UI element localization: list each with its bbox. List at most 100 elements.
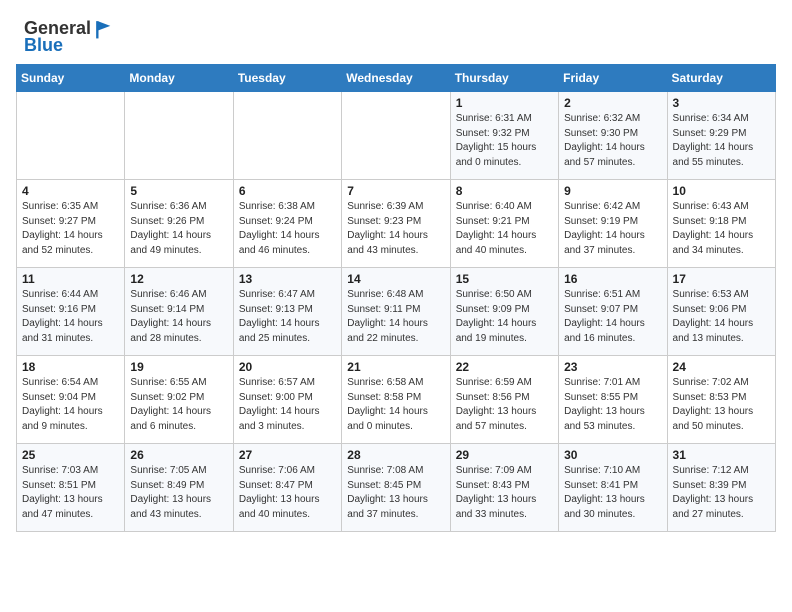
weekday-header: Tuesday <box>233 65 341 92</box>
calendar-cell: 9 Sunrise: 6:42 AMSunset: 9:19 PMDaylight… <box>559 180 667 268</box>
day-info: Sunrise: 7:02 AMSunset: 8:53 PMDaylight:… <box>673 376 770 434</box>
day-number: 7 <box>347 184 444 198</box>
calendar-week-row: 11Sunrise: 6:44 AMSunset: 9:16 PMDayligh… <box>17 268 776 356</box>
weekday-header: Friday <box>559 65 667 92</box>
calendar-cell: 8Sunrise: 6:40 AMSunset: 9:21 PMDaylight… <box>450 180 558 268</box>
calendar-cell: 20 Sunrise: 6:57 AMSunset: 9:00 PMDayligh… <box>233 356 341 444</box>
calendar-cell: 15 Sunrise: 6:50 AMSunset: 9:09 PMDayligh… <box>450 268 558 356</box>
day-number: 22 <box>456 360 553 374</box>
day-info: Sunrise: 7:12 AMSunset: 8:39 PMDaylight:… <box>673 464 770 522</box>
day-info: Sunrise: 6:51 AMSunset: 9:07 PMDaylight:… <box>564 288 661 346</box>
day-number: 21 <box>347 360 444 374</box>
calendar-cell: 29 Sunrise: 7:09 AMSunset: 8:43 PMDayligh… <box>450 444 558 532</box>
day-number: 31 <box>673 448 770 462</box>
calendar-cell: 17 Sunrise: 6:53 AMSunset: 9:06 PMDayligh… <box>667 268 775 356</box>
day-info: Sunrise: 7:03 AMSunset: 8:51 PMDaylight:… <box>22 464 119 522</box>
calendar-wrapper: SundayMondayTuesdayWednesdayThursdayFrid… <box>0 64 792 548</box>
calendar-cell: 13 Sunrise: 6:47 AMSunset: 9:13 PMDayligh… <box>233 268 341 356</box>
day-number: 15 <box>456 272 553 286</box>
calendar-cell <box>342 92 450 180</box>
day-info: Sunrise: 6:34 AMSunset: 9:29 PMDaylight:… <box>673 112 770 170</box>
day-info: Sunrise: 7:06 AMSunset: 8:47 PMDaylight:… <box>239 464 336 522</box>
calendar-cell: 5Sunrise: 6:36 AMSunset: 9:26 PMDaylight… <box>125 180 233 268</box>
day-info: Sunrise: 6:38 AMSunset: 9:24 PMDaylight:… <box>239 200 336 258</box>
day-number: 14 <box>347 272 444 286</box>
day-info: Sunrise: 6:43 AMSunset: 9:18 PMDaylight:… <box>673 200 770 258</box>
day-info: Sunrise: 7:01 AMSunset: 8:55 PMDaylight:… <box>564 376 661 434</box>
calendar-cell: 22Sunrise: 6:59 AMSunset: 8:56 PMDayligh… <box>450 356 558 444</box>
day-info: Sunrise: 6:48 AMSunset: 9:11 PMDaylight:… <box>347 288 444 346</box>
calendar-cell: 24 Sunrise: 7:02 AMSunset: 8:53 PMDayligh… <box>667 356 775 444</box>
day-number: 6 <box>239 184 336 198</box>
day-info: Sunrise: 6:36 AMSunset: 9:26 PMDaylight:… <box>130 200 227 258</box>
calendar-cell: 10 Sunrise: 6:43 AMSunset: 9:18 PMDayligh… <box>667 180 775 268</box>
calendar-cell: 3 Sunrise: 6:34 AMSunset: 9:29 PMDaylight… <box>667 92 775 180</box>
calendar-cell: 19 Sunrise: 6:55 AMSunset: 9:02 PMDayligh… <box>125 356 233 444</box>
day-number: 26 <box>130 448 227 462</box>
day-number: 30 <box>564 448 661 462</box>
calendar-cell: 21 Sunrise: 6:58 AMSunset: 8:58 PMDayligh… <box>342 356 450 444</box>
day-info: Sunrise: 6:35 AMSunset: 9:27 PMDaylight:… <box>22 200 119 258</box>
calendar-table: SundayMondayTuesdayWednesdayThursdayFrid… <box>16 64 776 532</box>
day-number: 17 <box>673 272 770 286</box>
day-number: 16 <box>564 272 661 286</box>
day-number: 3 <box>673 96 770 110</box>
day-number: 11 <box>22 272 119 286</box>
calendar-cell: 30Sunrise: 7:10 AMSunset: 8:41 PMDayligh… <box>559 444 667 532</box>
calendar-cell: 2 Sunrise: 6:32 AMSunset: 9:30 PMDaylight… <box>559 92 667 180</box>
calendar-week-row: 4Sunrise: 6:35 AMSunset: 9:27 PMDaylight… <box>17 180 776 268</box>
day-number: 2 <box>564 96 661 110</box>
logo-blue-text: Blue <box>24 35 63 55</box>
day-info: Sunrise: 6:40 AMSunset: 9:21 PMDaylight:… <box>456 200 553 258</box>
day-info: Sunrise: 6:57 AMSunset: 9:00 PMDaylight:… <box>239 376 336 434</box>
day-info: Sunrise: 6:39 AMSunset: 9:23 PMDaylight:… <box>347 200 444 258</box>
calendar-cell: 14 Sunrise: 6:48 AMSunset: 9:11 PMDayligh… <box>342 268 450 356</box>
day-info: Sunrise: 7:09 AMSunset: 8:43 PMDaylight:… <box>456 464 553 522</box>
day-number: 25 <box>22 448 119 462</box>
day-number: 24 <box>673 360 770 374</box>
day-number: 27 <box>239 448 336 462</box>
day-info: Sunrise: 6:55 AMSunset: 9:02 PMDaylight:… <box>130 376 227 434</box>
day-number: 28 <box>347 448 444 462</box>
weekday-header: Saturday <box>667 65 775 92</box>
day-number: 29 <box>456 448 553 462</box>
weekday-header: Thursday <box>450 65 558 92</box>
day-info: Sunrise: 6:53 AMSunset: 9:06 PMDaylight:… <box>673 288 770 346</box>
weekday-header: Sunday <box>17 65 125 92</box>
day-info: Sunrise: 6:46 AMSunset: 9:14 PMDaylight:… <box>130 288 227 346</box>
logo-icon <box>93 18 115 40</box>
calendar-week-row: 1Sunrise: 6:31 AMSunset: 9:32 PMDaylight… <box>17 92 776 180</box>
day-info: Sunrise: 7:08 AMSunset: 8:45 PMDaylight:… <box>347 464 444 522</box>
day-number: 18 <box>22 360 119 374</box>
calendar-week-row: 18 Sunrise: 6:54 AMSunset: 9:04 PMDayligh… <box>17 356 776 444</box>
calendar-cell: 25 Sunrise: 7:03 AMSunset: 8:51 PMDayligh… <box>17 444 125 532</box>
day-info: Sunrise: 6:47 AMSunset: 9:13 PMDaylight:… <box>239 288 336 346</box>
day-info: Sunrise: 6:58 AMSunset: 8:58 PMDaylight:… <box>347 376 444 434</box>
calendar-cell: 27 Sunrise: 7:06 AMSunset: 8:47 PMDayligh… <box>233 444 341 532</box>
calendar-cell: 26Sunrise: 7:05 AMSunset: 8:49 PMDayligh… <box>125 444 233 532</box>
calendar-cell <box>125 92 233 180</box>
day-info: Sunrise: 6:42 AMSunset: 9:19 PMDaylight:… <box>564 200 661 258</box>
day-number: 19 <box>130 360 227 374</box>
calendar-cell: 11Sunrise: 6:44 AMSunset: 9:16 PMDayligh… <box>17 268 125 356</box>
calendar-cell: 1Sunrise: 6:31 AMSunset: 9:32 PMDaylight… <box>450 92 558 180</box>
calendar-cell: 28 Sunrise: 7:08 AMSunset: 8:45 PMDayligh… <box>342 444 450 532</box>
calendar-header-row: SundayMondayTuesdayWednesdayThursdayFrid… <box>17 65 776 92</box>
calendar-cell <box>233 92 341 180</box>
page-header: General Blue <box>0 0 792 64</box>
calendar-cell: 12 Sunrise: 6:46 AMSunset: 9:14 PMDayligh… <box>125 268 233 356</box>
calendar-cell: 18 Sunrise: 6:54 AMSunset: 9:04 PMDayligh… <box>17 356 125 444</box>
day-info: Sunrise: 6:50 AMSunset: 9:09 PMDaylight:… <box>456 288 553 346</box>
calendar-cell: 4Sunrise: 6:35 AMSunset: 9:27 PMDaylight… <box>17 180 125 268</box>
day-number: 9 <box>564 184 661 198</box>
day-number: 10 <box>673 184 770 198</box>
day-number: 20 <box>239 360 336 374</box>
day-number: 23 <box>564 360 661 374</box>
calendar-week-row: 25 Sunrise: 7:03 AMSunset: 8:51 PMDayligh… <box>17 444 776 532</box>
logo: General Blue <box>24 18 115 56</box>
weekday-header: Wednesday <box>342 65 450 92</box>
day-number: 12 <box>130 272 227 286</box>
day-info: Sunrise: 6:54 AMSunset: 9:04 PMDaylight:… <box>22 376 119 434</box>
day-number: 13 <box>239 272 336 286</box>
day-info: Sunrise: 6:32 AMSunset: 9:30 PMDaylight:… <box>564 112 661 170</box>
